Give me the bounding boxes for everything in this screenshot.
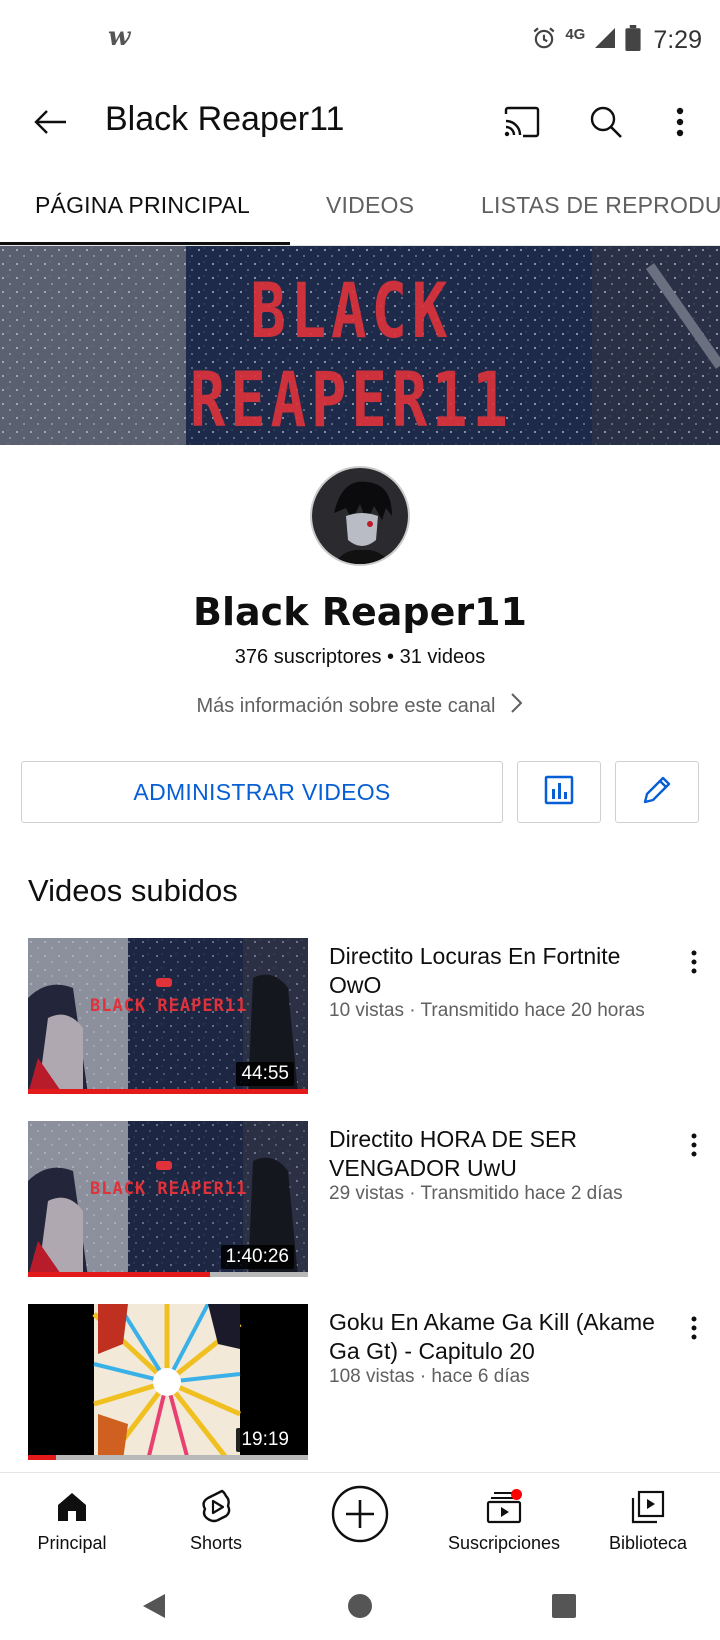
edit-pencil-icon	[641, 774, 673, 811]
search-icon[interactable]	[582, 98, 630, 146]
page-title: Black Reaper11	[105, 100, 345, 138]
nav-label: Shorts	[189, 1533, 243, 1553]
more-vert-icon[interactable]	[680, 1127, 708, 1163]
nav-shorts[interactable]: Shorts	[144, 1473, 288, 1573]
thumbnail-text: BLACK REAPER11	[90, 1179, 248, 1199]
video-item[interactable]: 19:19 Goku En Akame Ga Kill (Akame Ga Gt…	[0, 1304, 720, 1460]
analytics-button[interactable]	[517, 761, 601, 823]
video-thumbnail[interactable]: 19:19	[28, 1304, 308, 1460]
alarm-icon	[531, 25, 557, 56]
video-meta: 10 vistas · Transmitido hace 20 horas	[329, 1000, 645, 1021]
signal-icon	[593, 26, 617, 55]
back-arrow-icon[interactable]	[28, 100, 72, 144]
home-icon	[50, 1487, 94, 1527]
network-type: 4G	[565, 25, 586, 43]
subscriptions-icon	[482, 1487, 526, 1527]
tab-playlists[interactable]: LISTAS DE REPRODUCCIÓN	[481, 192, 720, 219]
more-vert-icon[interactable]	[680, 1310, 708, 1346]
watch-progress-fill	[28, 1455, 56, 1460]
watch-progress	[28, 1455, 308, 1460]
cast-icon[interactable]	[498, 98, 546, 146]
more-vert-icon[interactable]	[656, 98, 704, 146]
watch-progress	[28, 1089, 308, 1094]
video-duration: 44:55	[236, 1062, 294, 1086]
notification-dot	[511, 1489, 522, 1500]
section-title: Videos subidos	[28, 873, 238, 908]
avatar[interactable]	[310, 466, 410, 566]
nav-subscriptions[interactable]: Suscripciones	[432, 1473, 576, 1573]
nav-label: Principal	[37, 1533, 107, 1553]
battery-icon	[625, 24, 641, 56]
watch-progress-fill	[28, 1089, 308, 1094]
clock: 7:29	[653, 25, 702, 54]
watch-progress	[28, 1272, 308, 1277]
system-back-icon[interactable]	[132, 1584, 176, 1628]
video-title[interactable]: Directito HORA DE SER VENGADOR UwU	[329, 1125, 669, 1183]
status-bar: w 4G 7:29	[0, 0, 720, 80]
video-meta: 108 vistas · hace 6 días	[329, 1366, 530, 1387]
app-notification-icon: w	[108, 22, 131, 52]
tab-videos[interactable]: VIDEOS	[326, 192, 414, 219]
nav-create[interactable]	[288, 1473, 432, 1573]
bottom-navigation: Principal Shorts Suscripciones Bibliotec…	[0, 1472, 720, 1572]
video-thumbnail[interactable]: BLACK REAPER11 44:55	[28, 938, 308, 1094]
shorts-icon	[194, 1487, 238, 1527]
nav-label: Biblioteca	[608, 1533, 688, 1553]
channel-banner: BLACK REAPER11	[0, 246, 720, 445]
video-thumbnail[interactable]: BLACK REAPER11 1:40:26	[28, 1121, 308, 1277]
system-navigation-bar	[0, 1572, 720, 1640]
more-vert-icon[interactable]	[680, 944, 708, 980]
nav-library[interactable]: Biblioteca	[576, 1473, 720, 1573]
library-icon	[626, 1487, 670, 1527]
more-info-label: Más información sobre este canal	[196, 694, 496, 717]
tab-home[interactable]: PÁGINA PRINCIPAL	[35, 192, 250, 219]
thumbnail-text: BLACK REAPER11	[90, 996, 248, 1016]
channel-stats: 376 suscriptores • 31 videos	[234, 646, 486, 668]
more-info-link[interactable]: Más información sobre este canal	[0, 692, 720, 720]
video-item[interactable]: BLACK REAPER11 44:55 Directito Locuras E…	[0, 938, 720, 1094]
app-bar: Black Reaper11	[0, 80, 720, 164]
video-duration: 19:19	[236, 1428, 294, 1452]
create-plus-icon	[331, 1485, 389, 1543]
channel-name: Black Reaper11	[193, 590, 527, 634]
nav-label: Suscripciones	[447, 1533, 561, 1553]
video-title[interactable]: Goku En Akame Ga Kill (Akame Ga Gt) - Ca…	[329, 1308, 669, 1366]
manage-videos-button[interactable]: ADMINISTRAR VIDEOS	[21, 761, 503, 823]
status-icons: 4G 7:29	[531, 20, 702, 60]
system-recents-icon[interactable]	[542, 1584, 586, 1628]
video-duration: 1:40:26	[220, 1245, 294, 1269]
banner-title: BLACK REAPER11	[189, 266, 513, 444]
video-title[interactable]: Directito Locuras En Fortnite OwO	[329, 942, 669, 1000]
system-home-icon[interactable]	[338, 1584, 382, 1628]
channel-tabs: PÁGINA PRINCIPAL VIDEOS LISTAS DE REPROD…	[0, 172, 720, 246]
video-meta: 29 vistas · Transmitido hace 2 días	[329, 1183, 623, 1204]
watch-progress-fill	[28, 1272, 210, 1277]
chevron-right-icon	[510, 692, 524, 720]
analytics-icon	[544, 775, 574, 810]
edit-channel-button[interactable]	[615, 761, 699, 823]
video-item[interactable]: BLACK REAPER11 1:40:26 Directito HORA DE…	[0, 1121, 720, 1277]
nav-home[interactable]: Principal	[0, 1473, 144, 1573]
